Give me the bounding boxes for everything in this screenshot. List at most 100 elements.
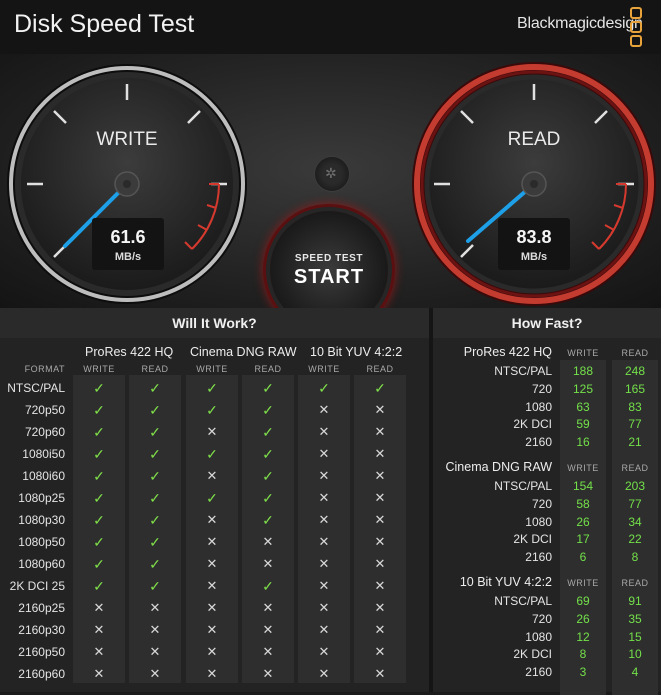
cross-icon: ✕	[93, 666, 105, 681]
cross-icon: ✕	[374, 622, 386, 637]
check-icon: ✓	[93, 556, 105, 572]
read-column-header: READ	[141, 364, 169, 374]
write-unit: MB/s	[114, 251, 142, 263]
check-icon: ✓	[149, 402, 161, 418]
cross-icon: ✕	[374, 512, 386, 527]
read-column-header: READ	[621, 348, 649, 358]
cross-icon: ✕	[318, 424, 330, 439]
title-bar: Disk Speed Test Blackmagicdesign	[0, 0, 661, 54]
settings-button[interactable]: ✲	[314, 156, 350, 192]
read-speed-value: 77	[628, 417, 642, 432]
how-fast-row-label: 1080	[525, 629, 552, 644]
check-icon: ✓	[93, 512, 105, 528]
format-row-label: 1080i50	[22, 447, 65, 461]
cross-icon: ✕	[318, 644, 330, 659]
check-icon: ✓	[93, 402, 105, 418]
cross-icon: ✕	[374, 644, 386, 659]
check-icon: ✓	[93, 468, 105, 484]
cross-icon: ✕	[262, 556, 274, 571]
check-icon: ✓	[206, 490, 218, 506]
write-column-header: WRITE	[567, 463, 599, 473]
check-icon: ✓	[149, 512, 161, 528]
cross-icon: ✕	[206, 512, 218, 527]
cross-icon: ✕	[374, 578, 386, 593]
cross-icon: ✕	[149, 666, 161, 681]
read-label: READ	[507, 129, 561, 150]
cross-icon: ✕	[374, 534, 386, 549]
cross-icon: ✕	[374, 446, 386, 461]
check-icon: ✓	[206, 402, 218, 418]
check-icon: ✓	[318, 380, 330, 396]
how-fast-title: How Fast?	[433, 308, 661, 338]
format-row-label: 1080i60	[22, 469, 65, 483]
read-speed-value: 15	[628, 629, 642, 644]
read-column-header: READ	[366, 364, 394, 374]
write-readout: 61.6 MB/s	[92, 218, 164, 270]
check-icon: ✓	[374, 380, 386, 396]
cross-icon: ✕	[318, 556, 330, 571]
write-speed-value: 188	[572, 364, 594, 378]
cross-icon: ✕	[318, 468, 330, 483]
how-fast-codec-heading: 10 Bit YUV 4:2:2	[459, 575, 552, 589]
format-row-label: 1080p50	[18, 535, 65, 549]
check-icon: ✓	[149, 424, 161, 440]
check-icon: ✓	[149, 468, 161, 484]
cross-icon: ✕	[206, 556, 218, 571]
how-fast-codec-heading: ProRes 422 HQ	[463, 345, 552, 359]
cross-icon: ✕	[262, 644, 274, 659]
cross-icon: ✕	[206, 600, 218, 615]
format-row-label: 1080p60	[18, 557, 65, 571]
write-speed-value: 26	[576, 514, 590, 529]
how-fast-row-label: NTSC/PAL	[494, 594, 552, 608]
check-icon: ✓	[262, 424, 274, 440]
read-gauge	[412, 62, 656, 306]
check-icon: ✓	[262, 380, 274, 396]
write-speed-value: 63	[576, 399, 590, 414]
check-icon: ✓	[149, 380, 161, 396]
read-speed-value: 21	[628, 435, 642, 450]
read-column-header: READ	[621, 578, 649, 588]
cross-icon: ✕	[206, 468, 218, 483]
start-button-label: START	[293, 266, 365, 288]
check-icon: ✓	[93, 490, 105, 506]
format-row-label: 2160p25	[18, 601, 65, 615]
cross-icon: ✕	[149, 600, 161, 615]
check-icon: ✓	[262, 512, 274, 528]
cross-icon: ✕	[318, 622, 330, 637]
format-row-label: 2K DCI 25	[9, 579, 65, 593]
will-it-work-title: Will It Work?	[0, 308, 429, 338]
write-column-header: WRITE	[567, 348, 599, 358]
read-speed-value: 83	[628, 399, 642, 414]
brand-logo-icon	[630, 7, 642, 47]
how-fast-row-label: 2160	[525, 435, 552, 450]
read-speed-value: 22	[628, 532, 642, 547]
check-icon: ✓	[262, 446, 274, 462]
write-column-header: WRITE	[83, 364, 115, 374]
write-column-header: WRITE	[567, 578, 599, 588]
cross-icon: ✕	[93, 622, 105, 637]
results-area: Will It Work? How Fast? ProRes 422 HQ Cin…	[0, 308, 661, 695]
check-icon: ✓	[149, 578, 161, 594]
read-readout: 83.8 MB/s	[498, 218, 570, 270]
format-row-label: 720p60	[24, 425, 65, 439]
cross-icon: ✕	[318, 600, 330, 615]
format-row-label: 720p50	[24, 403, 65, 417]
cross-icon: ✕	[206, 666, 218, 681]
write-label: WRITE	[96, 129, 158, 150]
cross-icon: ✕	[206, 622, 218, 637]
how-fast-row-label: 720	[531, 611, 552, 626]
cross-icon: ✕	[318, 534, 330, 549]
cross-icon: ✕	[374, 402, 386, 417]
cross-icon: ✕	[93, 600, 105, 615]
cross-icon: ✕	[318, 578, 330, 593]
cross-icon: ✕	[374, 490, 386, 505]
read-speed-value: 77	[628, 496, 642, 511]
write-speed-value: 26	[576, 611, 590, 626]
write-speed-value: 16	[576, 435, 590, 450]
read-column-header: READ	[621, 463, 649, 473]
write-value: 61.6	[110, 227, 146, 247]
check-icon: ✓	[262, 402, 274, 418]
format-row-label: 1080p25	[18, 491, 65, 505]
how-fast-row-label: 1080	[525, 399, 552, 414]
format-row-label: 2160p50	[18, 645, 65, 659]
